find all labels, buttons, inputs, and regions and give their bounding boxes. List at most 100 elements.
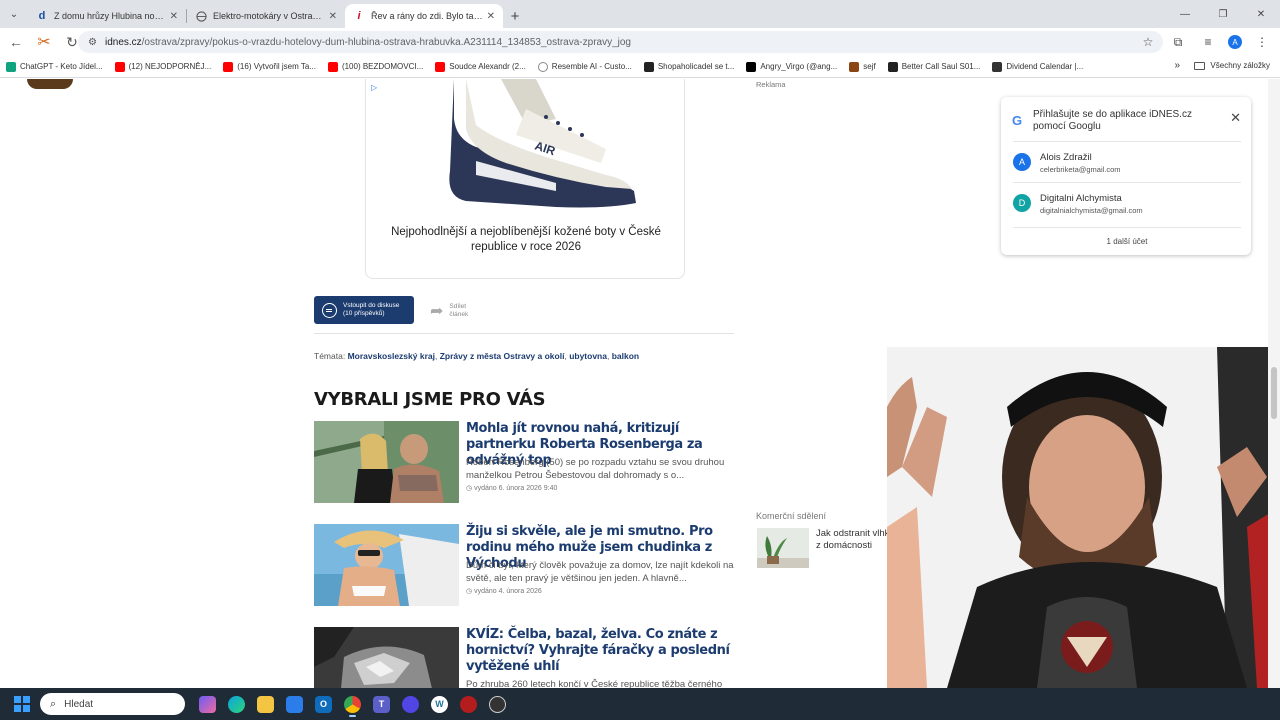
recommended-article[interactable]: Mohla jít rovnou nahá, kritizují partner… [314,421,739,505]
search-icon: ⌕ [50,697,57,710]
ad-caption[interactable]: Nejpohodlnější a nejoblíbenější kožené b… [366,225,686,255]
store-icon[interactable] [280,690,309,718]
commercial-text[interactable]: Jak odstranit vlhko z domácnosti [816,528,896,552]
chrome-icon[interactable] [338,690,367,718]
recommended-article[interactable]: Žiju si skvěle, ale je mi smutno. Pro ro… [314,524,739,608]
close-tab-icon[interactable]: ✕ [487,11,495,22]
browser-tab-strip: ⌄ d Z domu hrůzy Hlubina nové byty ✕ Ele… [0,0,1280,28]
back-icon[interactable]: ← [4,30,28,54]
extensions-icon[interactable]: ⧉ [1168,32,1188,52]
more-bookmarks-icon[interactable]: » [1174,60,1180,71]
idnes-favicon-icon: i [357,10,361,22]
tab-search-icon[interactable]: ⌄ [0,0,28,28]
google-account-option[interactable]: D Digitalni Alchymista digitalnialchymis… [1013,182,1241,222]
article-thumbnail[interactable] [314,627,459,688]
tab-title: Z domu hrůzy Hlubina nové byty [54,11,166,21]
menu-kebab-icon[interactable]: ⋮ [1252,32,1272,52]
windows-start-icon[interactable] [14,696,30,712]
taskbar-search[interactable]: ⌕ Hledat [40,693,185,715]
article-date: ◷ vydáno 6. února 2026 9:40 [466,485,558,492]
topic-link[interactable]: balkon [612,351,639,361]
share-article-button[interactable]: ➦ Sdílet článek [430,301,468,321]
bookmark-item[interactable]: ChatGPT - Keto Jídel... [0,61,109,72]
scrollbar-thumb[interactable] [1271,367,1277,419]
profile-avatar[interactable]: A [1228,35,1242,49]
copilot-icon[interactable] [193,690,222,718]
minimize-icon[interactable]: — [1166,0,1204,28]
play-icon [887,61,898,72]
google-popup-title: Přihlašujte se do aplikace iDNES.cz pomo… [1033,109,1192,132]
bookmark-item[interactable]: Angry_Virgo (@ang... [740,61,843,72]
recommended-article[interactable]: KVÍZ: Čelba, bazal, želva. Co znáte z ho… [314,627,739,688]
app-icon[interactable] [396,690,425,718]
cursor-overlay-icon: ✂ [37,34,51,51]
obs-icon[interactable] [483,690,512,718]
bookmark-item[interactable]: Dividend Calendar |... [986,61,1089,72]
article-perex: Dům či byt, který člověk považuje za dom… [466,560,734,584]
article-title[interactable]: KVÍZ: Čelba, bazal, želva. Co znáte z ho… [466,627,736,675]
new-tab-button[interactable]: + [503,4,527,28]
youtube-icon [114,61,125,72]
tiktok-icon [746,61,757,72]
enter-discussion-button[interactable]: Vstoupit do diskuse (10 příspěvků) [314,296,414,324]
adchoices-icon[interactable]: ▷ [371,83,377,92]
youtube-icon [327,61,338,72]
clock-icon: ◷ [466,588,473,595]
maximize-icon[interactable]: ❐ [1204,0,1242,28]
google-account-option[interactable]: A Alois Zdražil celerbriketa@gmail.com [1013,141,1241,181]
bookmark-item[interactable]: Resemble AI - Custo... [532,61,638,72]
edge-icon[interactable] [222,690,251,718]
browser-toolbar: ← ✂ ↻ ⚙ idnes.cz/ostrava/zpravy/pokus-o-… [0,28,1280,56]
bookmark-item[interactable]: Soudce Alexandr (2... [429,61,532,72]
account-avatar: A [1013,153,1031,171]
teams-icon[interactable]: T [367,690,396,718]
webcam-overlay [887,347,1280,688]
wordpress-icon[interactable]: W [425,690,454,718]
address-bar[interactable]: ⚙ idnes.cz/ostrava/zpravy/pokus-o-vrazdu… [78,31,1163,53]
close-window-icon[interactable]: ✕ [1242,0,1280,28]
globe-icon [537,61,548,72]
article-date: ◷ vydáno 4. února 2026 [466,588,542,595]
site-logo-fragment [27,79,73,89]
recommended-section-title: VYBRALI JSME PRO VÁS [314,389,546,410]
tab-2[interactable]: Elektro-motokáry v Ostravě | E ✕ [187,4,345,28]
account-name: Alois Zdražil [1040,152,1092,163]
discussion-label: Vstoupit do diskuse [343,302,400,309]
article-thumbnail[interactable] [314,524,459,606]
taskbar-search-placeholder: Hledat [64,698,94,710]
recording-app-icon[interactable] [454,690,483,718]
close-tab-icon[interactable]: ✕ [329,11,337,22]
advertisement[interactable]: ▷ AIR Nejpohodlnější a nejoblíbenější ko… [365,79,685,279]
clock-icon: ◷ [466,485,473,492]
bookmark-item[interactable]: (12) NEJODPORNĚJ... [109,61,218,72]
page-scrollbar[interactable] [1268,79,1280,688]
youtube-icon [435,61,446,72]
site-info-icon[interactable]: ⚙ [88,37,97,48]
google-signin-popup: G Přihlašujte se do aplikace iDNES.cz po… [1001,97,1251,255]
bookmark-item[interactable]: Better Call Saul S01... [882,61,987,72]
bookmark-item[interactable]: (16) Vytvořil jsem Ta... [217,61,322,72]
tab-title: Řev a rány do zdi. Bylo tam hou [371,11,483,21]
close-icon[interactable]: ✕ [1230,110,1241,126]
close-tab-icon[interactable]: ✕ [170,11,178,22]
more-accounts-link[interactable]: 1 další účet [1013,227,1241,246]
bookmark-item[interactable]: (100) BEZDOMOVCI... [322,61,429,72]
bookmark-item[interactable]: sejf [843,61,881,72]
media-control-icon[interactable]: ≡ [1198,32,1218,52]
bookmark-item[interactable]: Shopaholicadel se t... [638,61,741,72]
topic-link[interactable]: ubytovna [569,351,607,361]
topic-link[interactable]: Moravskoslezský kraj [348,351,435,361]
toolbar-actions: ☆ ⧉ ≡ A ⋮ [1138,32,1272,52]
article-thumbnail[interactable] [314,421,459,503]
web-page: ▷ AIR Nejpohodlnější a nejoblíbenější ko… [0,79,1280,688]
outlook-icon[interactable]: O [309,690,338,718]
topics-label: Témata: [314,351,346,361]
topic-link[interactable]: Zprávy z města Ostravy a okolí [440,351,565,361]
file-explorer-icon[interactable] [251,690,280,718]
commercial-thumbnail[interactable] [757,528,809,568]
tab-3-active[interactable]: i Řev a rány do zdi. Bylo tam hou ✕ [345,4,503,28]
tab-1[interactable]: d Z domu hrůzy Hlubina nové byty ✕ [28,4,186,28]
all-bookmarks-folder[interactable]: Všechny záložky [1194,61,1270,70]
taskbar-apps: O T W [193,690,512,718]
bookmark-star-icon[interactable]: ☆ [1138,32,1158,52]
